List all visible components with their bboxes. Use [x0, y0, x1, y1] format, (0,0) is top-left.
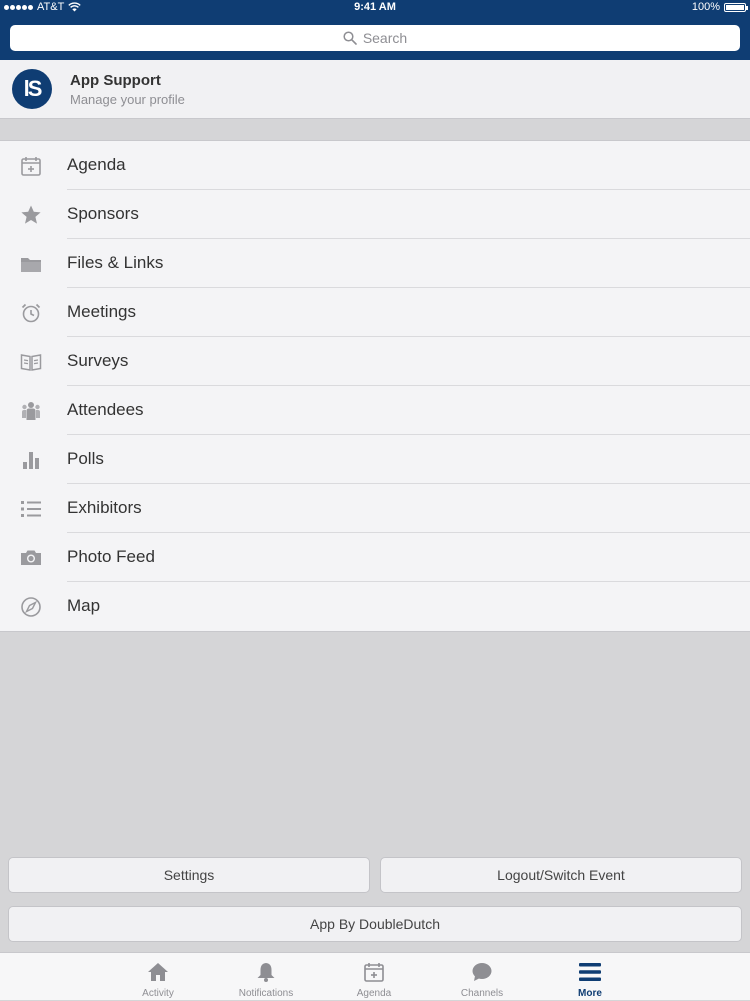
book-icon: [20, 351, 42, 373]
calendar-icon: [20, 155, 42, 177]
chat-bubble-icon: [471, 961, 493, 983]
profile-row[interactable]: lS App Support Manage your profile: [0, 60, 750, 119]
menu-item-attendees[interactable]: Attendees: [0, 386, 750, 435]
more-menu-list: Agenda Sponsors Files & Links Meetings S…: [0, 140, 750, 632]
settings-button[interactable]: Settings: [8, 857, 370, 893]
tab-notifications[interactable]: Notifications: [216, 953, 316, 1001]
menu-item-files-links[interactable]: Files & Links: [0, 239, 750, 288]
menu-item-map[interactable]: Map: [0, 582, 750, 631]
tab-label: Activity: [142, 988, 174, 999]
calendar-icon: [363, 961, 385, 983]
menu-item-label: Exhibitors: [67, 498, 142, 517]
menu-item-label: Files & Links: [67, 253, 164, 272]
camera-icon: [20, 547, 42, 569]
tab-activity[interactable]: Activity: [108, 953, 208, 1001]
logout-switch-event-button[interactable]: Logout/Switch Event: [380, 857, 742, 893]
menu-item-exhibitors[interactable]: Exhibitors: [0, 484, 750, 533]
alarm-clock-icon: [20, 302, 42, 324]
battery-icon: [724, 2, 748, 12]
tab-bar: Activity Notifications Agenda Channels M…: [0, 952, 750, 1000]
hamburger-menu-icon: [579, 961, 601, 983]
settings-button-label: Settings: [163, 867, 215, 883]
menu-item-label: Attendees: [67, 400, 144, 419]
profile-name: App Support: [70, 72, 161, 89]
tab-label: Agenda: [356, 988, 392, 999]
search-input[interactable]: Search: [10, 25, 740, 51]
app-by-label: App By DoubleDutch: [310, 916, 440, 932]
menu-item-label: Photo Feed: [67, 547, 155, 566]
menu-item-sponsors[interactable]: Sponsors: [0, 190, 750, 239]
search-bar: Search: [0, 16, 750, 60]
search-icon: [343, 31, 357, 45]
compass-icon: [20, 596, 42, 618]
menu-item-label: Agenda: [67, 155, 126, 174]
tab-label: Notifications: [238, 988, 294, 999]
bell-icon: [255, 961, 277, 983]
tab-agenda[interactable]: Agenda: [324, 953, 424, 1001]
menu-item-agenda[interactable]: Agenda: [0, 141, 750, 190]
menu-item-label: Meetings: [67, 302, 136, 321]
status-right: 100%: [691, 1, 748, 13]
app-by-doubledutch-button[interactable]: App By DoubleDutch: [8, 906, 742, 942]
tab-label: Channels: [460, 988, 504, 999]
menu-item-label: Sponsors: [67, 204, 139, 223]
menu-item-polls[interactable]: Polls: [0, 435, 750, 484]
star-icon: [20, 204, 42, 226]
menu-item-label: Surveys: [67, 351, 129, 370]
list-icon: [20, 498, 42, 520]
status-bar: AT&T 9:41 AM 100%: [0, 0, 750, 16]
menu-item-label: Map: [67, 596, 101, 615]
home-icon: [147, 961, 169, 983]
people-icon: [20, 400, 42, 422]
profile-subtitle: Manage your profile: [70, 92, 185, 107]
menu-item-photo-feed[interactable]: Photo Feed: [0, 533, 750, 582]
battery-percent: 100%: [691, 1, 720, 13]
menu-item-meetings[interactable]: Meetings: [0, 288, 750, 337]
tab-label: More: [578, 988, 602, 999]
menu-item-label: Polls: [67, 449, 104, 468]
folder-icon: [20, 253, 42, 275]
tab-channels[interactable]: Channels: [432, 953, 532, 1001]
tab-more[interactable]: More: [540, 953, 640, 1001]
bar-chart-icon: [20, 449, 42, 471]
menu-item-surveys[interactable]: Surveys: [0, 337, 750, 386]
logout-button-label: Logout/Switch Event: [497, 867, 625, 883]
search-placeholder: Search: [362, 30, 408, 46]
status-time: 9:41 AM: [354, 1, 396, 13]
avatar: lS: [12, 69, 52, 109]
